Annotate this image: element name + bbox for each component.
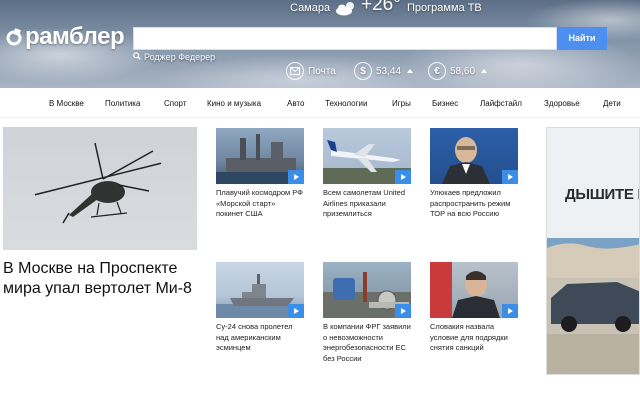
mail-link[interactable]: Почта bbox=[286, 62, 336, 80]
news-card[interactable]: Улюкаев предложил распространить режим Т… bbox=[430, 128, 518, 220]
ad-headline: ДЫШИТЕ ГЛ bbox=[565, 186, 639, 203]
rambler-logo-icon bbox=[4, 27, 24, 47]
arrow-up-icon bbox=[481, 69, 488, 73]
news-card-image[interactable] bbox=[323, 262, 411, 318]
news-card-image[interactable] bbox=[323, 128, 411, 184]
nav-item-games[interactable]: Игры bbox=[392, 99, 411, 108]
news-card-text[interactable]: Плавучий космодром РФ «Морской старт» по… bbox=[216, 188, 304, 220]
category-nav: В Москве Политика Спорт Кино и музыка Ав… bbox=[0, 88, 640, 118]
news-card-text[interactable]: Улюкаев предложил распространить режим Т… bbox=[430, 188, 518, 220]
search-suggestion-text: Роджер Федерер bbox=[144, 52, 216, 62]
news-card-text[interactable]: В компании ФРГ заявили о невозможности э… bbox=[323, 322, 411, 364]
dollar-icon: $ bbox=[354, 62, 372, 80]
euro-icon: € bbox=[428, 62, 446, 80]
news-card-image[interactable] bbox=[216, 128, 304, 184]
nav-item-politics[interactable]: Политика bbox=[105, 99, 140, 108]
play-icon[interactable] bbox=[288, 304, 304, 318]
ticker-bar: Почта $ 53,44 € 58,60 bbox=[0, 62, 640, 84]
nav-item-kids[interactable]: Дети bbox=[603, 99, 621, 108]
nav-item-business[interactable]: Бизнес bbox=[432, 99, 458, 108]
arrow-up-icon bbox=[407, 69, 414, 73]
play-icon[interactable] bbox=[395, 304, 411, 318]
mail-label: Почта bbox=[308, 65, 336, 77]
ad-banner[interactable]: ДЫШИТЕ ГЛ bbox=[546, 127, 640, 375]
news-card-text[interactable]: Словакия назвала условие для подрядки сн… bbox=[430, 322, 518, 354]
news-card[interactable]: Всем самолетам United Airlines приказали… bbox=[323, 128, 411, 220]
nav-item-tech[interactable]: Технологии bbox=[325, 99, 367, 108]
main-story-image[interactable] bbox=[3, 127, 197, 250]
nav-item-movies[interactable]: Кино и музыка bbox=[207, 99, 261, 108]
nav-item-moscow[interactable]: В Москве bbox=[49, 99, 84, 108]
city-link[interactable]: Самара bbox=[290, 2, 330, 14]
nav-item-lifestyle[interactable]: Лайфстайл bbox=[480, 99, 522, 108]
search-icon bbox=[133, 52, 141, 62]
header: рамблер Самара +26° Программа ТВ Найти Р… bbox=[0, 0, 640, 88]
temperature[interactable]: +26° bbox=[361, 0, 401, 16]
cloud-sun-icon[interactable] bbox=[334, 0, 358, 16]
rambler-logo[interactable]: рамблер bbox=[4, 22, 125, 52]
top-info-bar: Самара +26° Программа ТВ bbox=[0, 0, 640, 16]
eur-rate[interactable]: € 58,60 bbox=[428, 62, 488, 80]
news-card[interactable]: Су-24 снова пролетел над американским эс… bbox=[216, 262, 304, 354]
play-icon[interactable] bbox=[502, 304, 518, 318]
play-icon[interactable] bbox=[395, 170, 411, 184]
tv-program-link[interactable]: Программа ТВ bbox=[407, 2, 482, 14]
news-card-image[interactable] bbox=[430, 128, 518, 184]
usd-value: 53,44 bbox=[376, 65, 402, 77]
news-card-text[interactable]: Су-24 снова пролетел над американским эс… bbox=[216, 322, 304, 354]
news-card[interactable]: Плавучий космодром РФ «Морской старт» по… bbox=[216, 128, 304, 220]
nav-item-health[interactable]: Здоровье bbox=[544, 99, 580, 108]
news-card[interactable]: В компании ФРГ заявили о невозможности э… bbox=[323, 262, 411, 364]
news-card[interactable]: Словакия назвала условие для подрядки сн… bbox=[430, 262, 518, 354]
search-suggestion[interactable]: Роджер Федерер bbox=[133, 52, 215, 62]
search-input[interactable] bbox=[133, 27, 557, 50]
usd-rate[interactable]: $ 53,44 bbox=[354, 62, 414, 80]
news-card-image[interactable] bbox=[216, 262, 304, 318]
news-card-image[interactable] bbox=[430, 262, 518, 318]
eur-value: 58,60 bbox=[450, 65, 476, 77]
nav-item-sport[interactable]: Спорт bbox=[164, 99, 187, 108]
search-button[interactable]: Найти bbox=[557, 27, 607, 50]
play-icon[interactable] bbox=[502, 170, 518, 184]
logo-text: рамблер bbox=[25, 23, 125, 50]
mail-icon bbox=[286, 62, 304, 80]
news-card-text[interactable]: Всем самолетам United Airlines приказали… bbox=[323, 188, 411, 220]
main-story-title[interactable]: В Москве на Проспекте мира упал вертолет… bbox=[3, 259, 197, 299]
play-icon[interactable] bbox=[288, 170, 304, 184]
nav-item-auto[interactable]: Авто bbox=[287, 99, 304, 108]
